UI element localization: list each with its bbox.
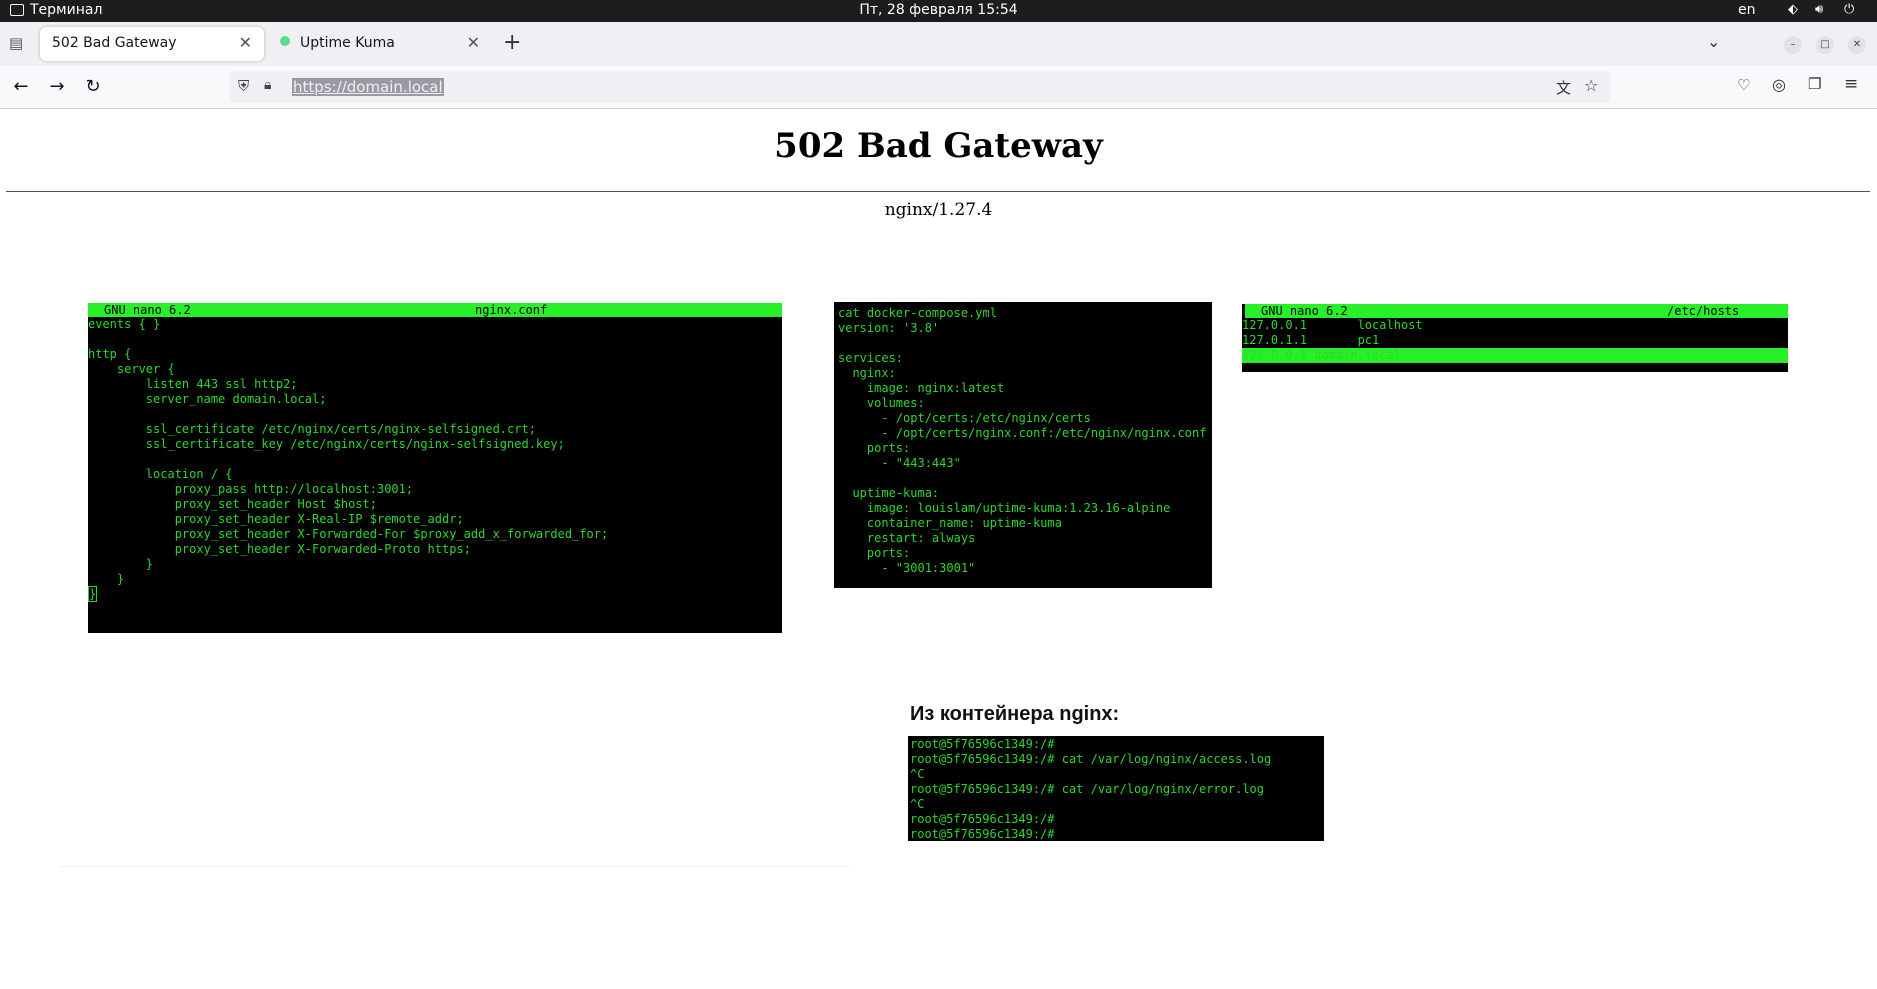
nano-cursor: } [88,586,98,602]
hosts-line-localhost: 127.0.0.1 localhost [1242,318,1423,332]
pocket-icon[interactable]: ♡ [1737,76,1750,94]
reload-icon[interactable]: ↻ [80,74,106,100]
hosts-line-domain-local: 127.0.0.1 domain.local [1242,348,1788,363]
forward-icon[interactable]: → [44,74,70,100]
tab-list-icon[interactable]: ▤ [9,34,23,52]
back-icon[interactable]: ← [8,74,34,100]
minimize-icon[interactable]: – [1784,36,1802,54]
system-top-bar: Терминал Пт, 28 февраля 15:54 en ⬖ 🔊︎ ⏻ [0,0,1877,22]
server-version: nginx/1.27.4 [884,200,993,220]
lock-icon[interactable]: 🔒︎ [264,77,271,93]
url-text[interactable]: https://domain.local [292,78,444,96]
shield-icon[interactable]: ⛨ [238,77,249,95]
nano-version: GNU nano 6.2 [1261,304,1348,318]
network-icon[interactable]: ⬖ [1788,2,1798,17]
docker-compose-screenshot: cat docker-compose.yml version: '3.8' se… [834,302,1212,588]
power-icon[interactable]: ⏻ [1844,2,1854,17]
divider [6,191,1870,192]
navigation-bar: ← → ↻ ⛨ 🔒︎ https://domain.local 文 ☆ ♡ ◎ … [0,66,1877,109]
nginx-conf-screenshot: GNU nano 6.2 nginx.conf events { } http … [88,303,782,633]
tab-strip: ▤ 502 Bad Gateway ✕ Uptime Kuma ✕ + ⌄ – … [0,22,1877,66]
close-window-icon[interactable]: ✕ [1848,36,1866,54]
nano-version: GNU nano 6.2 [104,303,191,317]
nano-filename: nginx.conf [475,303,548,317]
volume-icon[interactable]: 🔊︎ [1815,2,1823,17]
plus-icon[interactable]: + [503,30,521,55]
account-icon[interactable]: ◎ [1772,75,1786,94]
clock[interactable]: Пт, 28 февраля 15:54 [0,2,1877,18]
extensions-icon[interactable]: ❐ [1808,75,1821,93]
url-bar[interactable]: ⛨ 🔒︎ https://domain.local 文 ☆ [230,71,1610,103]
container-terminal-screenshot: root@5f76596c1349:/# root@5f76596c1349:/… [908,736,1324,841]
nano-filename: /etc/hosts [1667,304,1740,318]
nano-header-bar: GNU nano 6.2 /etc/hosts [1242,304,1788,318]
hosts-line-pc1: 127.0.1.1 pc1 [1242,333,1380,347]
nginx-conf-content: events { } http { server { listen 443 ss… [88,317,609,586]
translate-icon[interactable]: 文 [1556,77,1571,98]
chevron-down-icon[interactable]: ⌄ [1707,32,1720,51]
container-caption: Из контейнера nginx: [910,703,1120,725]
star-icon[interactable]: ☆ [1584,76,1598,95]
keyboard-language[interactable]: en [1738,2,1756,18]
menu-icon[interactable]: ≡ [1844,74,1858,94]
tab-label: 502 Bad Gateway [52,35,177,51]
tab-502-bad-gateway[interactable]: 502 Bad Gateway ✕ [40,27,264,61]
container-terminal-content: root@5f76596c1349:/# root@5f76596c1349:/… [910,737,1272,841]
docker-compose-content: cat docker-compose.yml version: '3.8' se… [838,306,1207,575]
etc-hosts-screenshot: GNU nano 6.2 /etc/hosts 127.0.0.1 localh… [1242,304,1788,372]
page-title: 502 Bad Gateway [774,126,1103,166]
faint-divider [60,866,850,867]
tab-uptime-kuma[interactable]: Uptime Kuma ✕ [268,27,492,61]
tab-label: Uptime Kuma [300,35,395,51]
close-icon[interactable]: ✕ [467,33,480,52]
maximize-icon[interactable]: □ [1816,36,1834,54]
nano-header-bar: GNU nano 6.2 nginx.conf [88,303,782,317]
close-icon[interactable]: ✕ [239,33,252,52]
uptime-kuma-favicon-icon [280,36,290,46]
